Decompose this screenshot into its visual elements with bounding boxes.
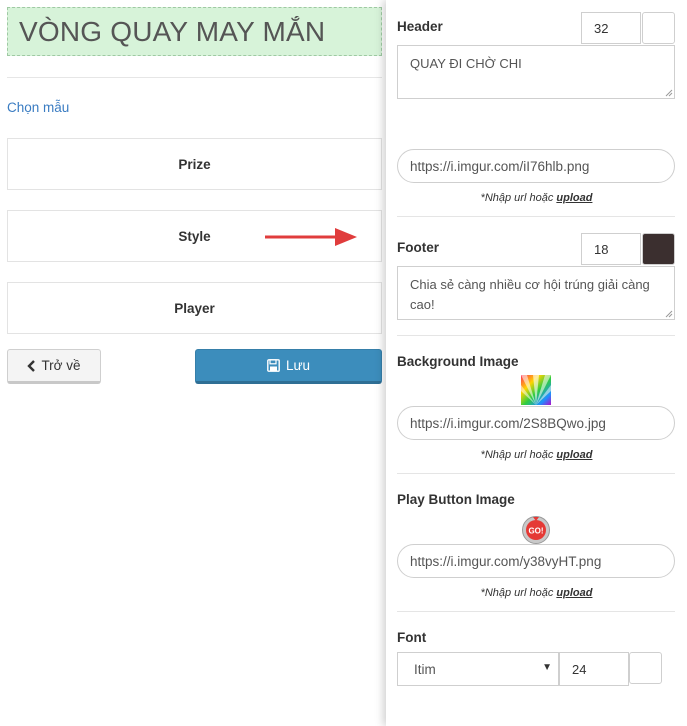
font-label: Font: [397, 630, 427, 645]
footer-font-size-input[interactable]: 18: [581, 233, 641, 265]
menu-item-prize[interactable]: Prize: [7, 138, 382, 190]
menu-item-label: Style: [178, 228, 211, 244]
divider: [397, 611, 675, 612]
hint-text: *Nhập url hoặc: [480, 192, 557, 204]
resize-handle-icon[interactable]: [665, 89, 673, 97]
menu-item-label: Player: [174, 300, 215, 316]
background-image-url-input[interactable]: https://i.imgur.com/2S8BQwo.jpg: [397, 406, 675, 440]
chevron-left-icon: [27, 359, 36, 372]
play-button-image-label: Play Button Image: [397, 492, 515, 507]
play-button-badge-text: GO!: [528, 527, 543, 536]
divider: [7, 77, 382, 78]
header-color-picker[interactable]: [642, 12, 675, 44]
divider: [397, 473, 675, 474]
choose-template-link[interactable]: Chọn mẫu: [7, 100, 69, 115]
hint-text: *Nhập url hoặc: [480, 449, 557, 461]
upload-link[interactable]: upload: [556, 587, 592, 599]
header-image-url-input[interactable]: https://i.imgur.com/iI76hlb.png: [397, 149, 675, 183]
upload-link[interactable]: upload: [556, 192, 592, 204]
font-color-picker[interactable]: [629, 652, 662, 684]
divider: [397, 216, 675, 217]
footer-text-field[interactable]: Chia sẻ càng nhiều cơ hội trúng giải càn…: [397, 266, 675, 320]
url-hint: *Nhập url hoặc upload: [386, 192, 687, 204]
font-family-value: Itim: [414, 661, 436, 677]
style-settings-panel: Header 32 QUAY ĐI CHỜ CHI https://i.imgu…: [386, 0, 687, 726]
header-label: Header: [397, 19, 443, 34]
footer-text-value: Chia sẻ càng nhiều cơ hội trúng giải càn…: [410, 277, 650, 312]
play-button-thumbnail[interactable]: GO!: [521, 514, 551, 544]
background-image-label: Background Image: [397, 354, 519, 369]
upload-link[interactable]: upload: [556, 449, 592, 461]
font-family-select[interactable]: Itim ▼: [397, 652, 559, 686]
header-text-field[interactable]: QUAY ĐI CHỜ CHI: [397, 45, 675, 99]
header-text-value: QUAY ĐI CHỜ CHI: [410, 56, 522, 71]
dropdown-caret-icon: ▼: [542, 662, 552, 673]
url-hint: *Nhập url hoặc upload: [386, 449, 687, 461]
floppy-disk-icon: [267, 359, 280, 372]
url-hint: *Nhập url hoặc upload: [386, 587, 687, 599]
back-button-label: Trở về: [41, 358, 81, 373]
arrow-right-icon: [265, 228, 357, 246]
menu-item-label: Prize: [178, 156, 211, 172]
background-image-thumbnail[interactable]: [521, 375, 551, 405]
hint-text: *Nhập url hoặc: [480, 587, 557, 599]
footer-color-picker[interactable]: [642, 233, 675, 265]
play-button-image-url-input[interactable]: https://i.imgur.com/y38vyHT.png: [397, 544, 675, 578]
header-font-size-input[interactable]: 32: [581, 12, 641, 44]
resize-handle-icon[interactable]: [665, 310, 673, 318]
save-button[interactable]: Lưu: [195, 349, 382, 384]
footer-label: Footer: [397, 240, 439, 255]
wheel-title[interactable]: VÒNG QUAY MAY MẮN: [7, 7, 382, 56]
divider: [397, 335, 675, 336]
save-button-label: Lưu: [285, 358, 311, 373]
menu-item-player[interactable]: Player: [7, 282, 382, 334]
font-size-input[interactable]: 24: [559, 652, 629, 686]
back-button[interactable]: Trở về: [7, 349, 101, 384]
